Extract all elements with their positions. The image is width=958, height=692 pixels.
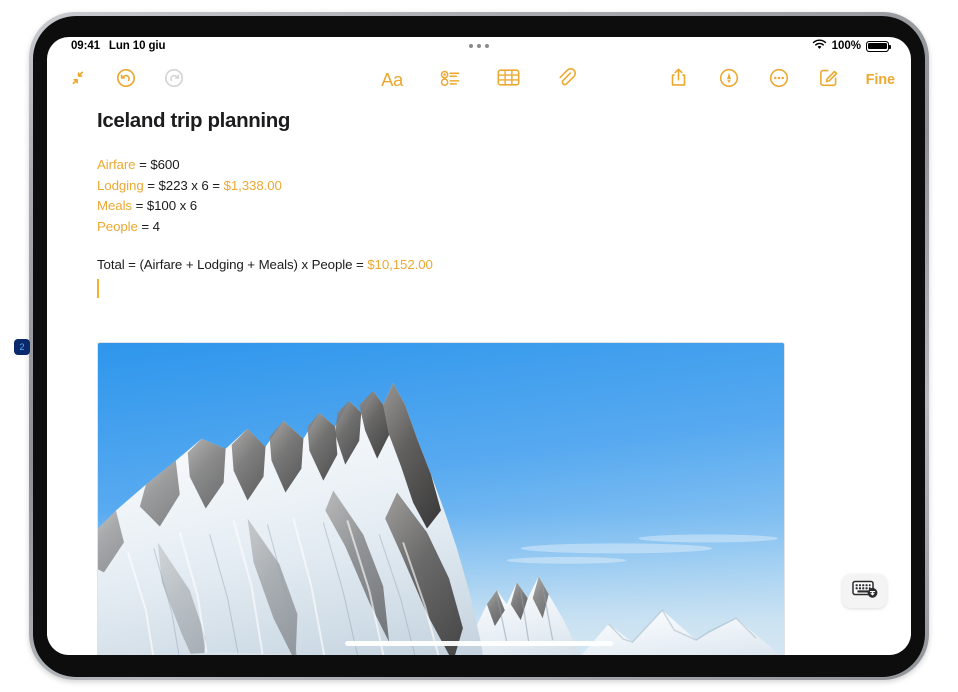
redo-button[interactable] <box>159 65 189 95</box>
ellipsis-circle-icon <box>768 67 790 94</box>
calc-line-lodging: Lodging = $223 x 6 = $1,338.00 <box>97 176 282 197</box>
aa-text-format-icon: Aa <box>381 69 403 90</box>
calc-eq-1: = <box>143 177 159 193</box>
checklist-button[interactable] <box>435 65 465 95</box>
screenshot-root: 2 09:41 Lun 10 giu 100% Aa Fine Iceland … <box>0 0 958 692</box>
calc-result-total: $10,152.00 <box>367 257 433 272</box>
status-bar: 09:41 Lun 10 giu 100% <box>47 37 911 59</box>
calc-var-airfare: Airfare <box>97 157 136 172</box>
calc-eq-3: = <box>137 218 153 234</box>
calc-var-meals: Meals <box>97 198 132 214</box>
toolbar-center-group: Aa <box>377 65 581 95</box>
note-title: Iceland trip planning <box>97 109 291 132</box>
calc-expr-meals: $100 x 6 <box>146 198 198 214</box>
compose-button[interactable] <box>814 65 844 95</box>
markup-pen-circle-icon <box>718 67 740 94</box>
more-button[interactable] <box>764 65 794 95</box>
battery-percent-label: 100% <box>831 40 861 52</box>
calculation-lines: Airfare = $600 Lodging = $223 x 6 = $1,3… <box>97 155 282 237</box>
redo-circle-icon <box>163 67 185 94</box>
arrows-collapse-icon <box>68 68 88 93</box>
markup-button[interactable] <box>714 65 744 95</box>
wifi-icon <box>812 39 827 53</box>
calc-expr-airfare: $600 <box>150 157 180 172</box>
keyboard-dismiss-button[interactable] <box>842 574 887 608</box>
calc-var-people: People <box>97 218 138 234</box>
multitasking-dots-icon[interactable] <box>469 44 489 48</box>
collapse-button[interactable] <box>63 65 93 95</box>
paperclip-icon <box>556 67 577 93</box>
photo-artwork <box>98 343 784 655</box>
status-date: Lun 10 giu <box>108 40 166 52</box>
home-indicator[interactable] <box>345 641 613 646</box>
status-bar-right: 100% <box>812 39 892 53</box>
ipad-screen: 09:41 Lun 10 giu 100% Aa Fine Iceland tr… <box>47 37 911 655</box>
toolbar-right-group: Fine <box>664 65 897 95</box>
annotation-marker-2: 2 <box>14 339 30 355</box>
attach-button[interactable] <box>551 65 581 95</box>
share-up-arrow-icon <box>669 67 688 93</box>
format-button[interactable]: Aa <box>377 65 407 95</box>
calc-line-meals: Meals = $100 x 6 <box>97 196 282 217</box>
share-button[interactable] <box>664 65 694 95</box>
toolbar-left-group <box>63 65 189 95</box>
note-content[interactable]: Iceland trip planning Airfare = $600 Lod… <box>47 103 911 655</box>
calc-line-airfare: Airfare = $600 <box>97 155 282 176</box>
keyboard-dismiss-icon <box>851 578 879 605</box>
calc-expr-lodging: $223 x 6 = <box>158 177 224 193</box>
battery-full-icon <box>866 40 892 52</box>
table-button[interactable] <box>493 65 523 95</box>
iceland-mountain-photo[interactable] <box>97 342 785 655</box>
calc-result-lodging: $1,338.00 <box>223 177 282 193</box>
done-button[interactable]: Fine <box>864 72 897 88</box>
calc-var-lodging: Lodging <box>97 177 144 193</box>
text-cursor <box>97 279 99 298</box>
table-grid-icon <box>497 68 520 92</box>
notes-toolbar: Aa Fine <box>47 59 911 103</box>
compose-pencil-square-icon <box>818 67 839 93</box>
calc-expr-total: Total = (Airfare + Lodging + Meals) x Pe… <box>97 257 368 272</box>
undo-button[interactable] <box>111 65 141 95</box>
status-bar-left: 09:41 Lun 10 giu <box>71 40 166 52</box>
calc-line-people: People = 4 <box>97 217 282 238</box>
calc-expr-people: 4 <box>152 218 160 234</box>
calc-eq-2: = <box>131 198 147 214</box>
undo-circle-icon <box>115 67 137 94</box>
checklist-icon <box>440 68 461 93</box>
calc-line-total: Total = (Airfare + Lodging + Meals) x Pe… <box>97 257 433 272</box>
calc-eq-0: = <box>135 157 151 172</box>
status-time: 09:41 <box>71 40 100 52</box>
